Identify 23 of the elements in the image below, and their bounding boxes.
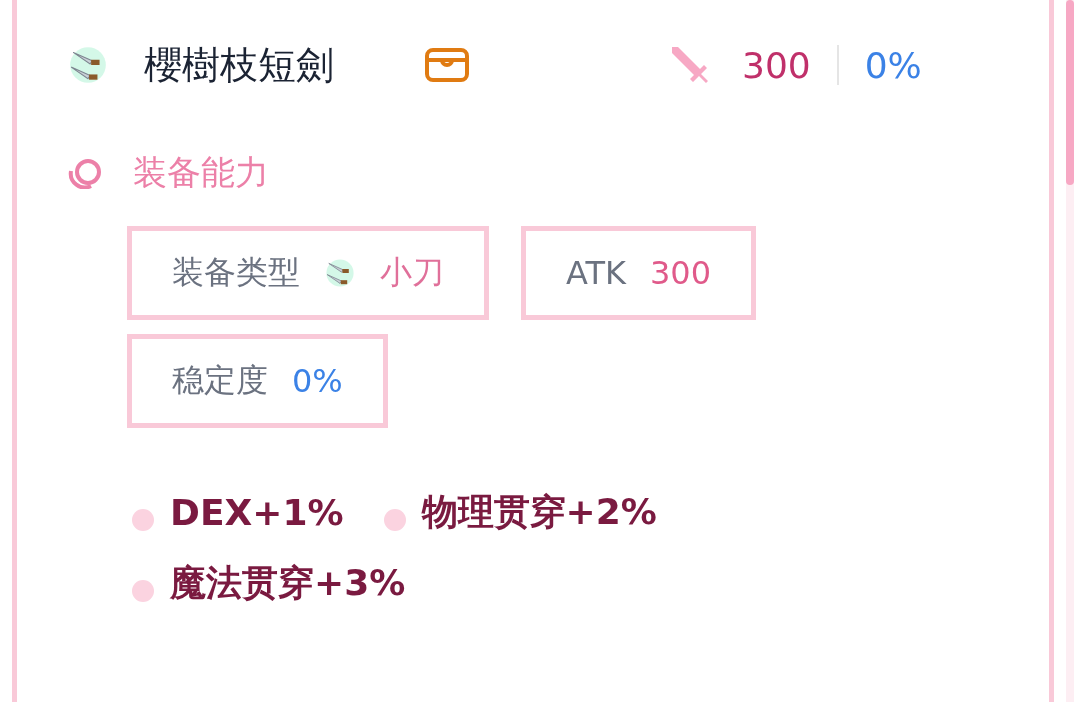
effect-text: DEX+1% [170,492,344,533]
sword-icon [670,45,710,85]
effect-text: 魔法贯穿+3% [170,561,406,605]
twin-dagger-icon [324,257,356,289]
swirl-icon [67,157,103,189]
stat-value: 300 [649,254,711,292]
twin-dagger-icon [67,44,109,86]
item-name: 櫻樹枝短劍 [144,41,335,89]
stat-value: 0% [292,362,343,400]
scrollbar-thumb[interactable] [1066,0,1074,185]
stat-label: 稳定度 [172,360,268,401]
stat-label: 装备类型 [172,252,300,293]
effect-text: 物理贯穿+2% [421,490,657,534]
bullet-dot [383,508,406,531]
stat-label: ATK [566,254,626,292]
chest-icon [424,47,470,83]
attack-value: 300 [742,44,811,86]
stability-value: 0% [864,44,922,86]
scrollbar-track[interactable] [1066,0,1074,702]
bullet-dot [132,579,154,602]
bullet-dot [132,508,154,531]
stat-value: 小刀 [380,252,444,293]
section-title: 装备能力 [133,151,269,194]
